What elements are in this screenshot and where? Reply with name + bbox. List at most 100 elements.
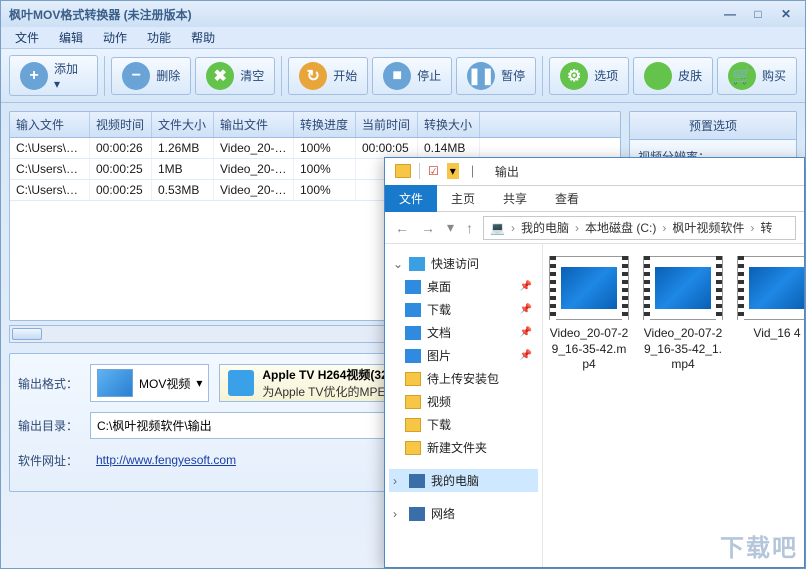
tab-file[interactable]: 文件 (385, 185, 437, 212)
nav-forward-icon[interactable]: → (419, 220, 437, 236)
explorer-filepane[interactable]: Video_20-07-29_16-35-42.mp4 Video_20-07-… (543, 244, 804, 567)
table-row[interactable]: C:\Users\pc\...00:00:261.26MBVideo_20-0.… (10, 138, 620, 159)
nav-down2[interactable]: 下载 (389, 413, 538, 436)
nav-pkg[interactable]: 待上传安装包 (389, 367, 538, 390)
cell: 0.53MB (152, 180, 214, 200)
crumb[interactable]: 枫叶视频软件 (672, 219, 744, 236)
nav-newfolder[interactable]: 新建文件夹 (389, 436, 538, 459)
cell: 0.14MB (418, 138, 480, 158)
explorer-addressbar: ← → ▾ ↑ 💻›我的电脑›本地磁盘 (C:)›枫叶视频软件›转 (385, 212, 804, 244)
toolbar-icon: ■ (383, 62, 411, 90)
chevron-down-icon: ▾ (196, 376, 202, 390)
file-name: Video_20-07-29_16-35-42_1.mp4 (643, 326, 723, 373)
col-header[interactable]: 输入文件 (10, 112, 90, 137)
crumb[interactable]: 转 (760, 219, 772, 236)
file-item[interactable]: Vid_16 4 (737, 256, 804, 555)
scrollbar-thumb[interactable] (12, 328, 42, 340)
toolbar-添加[interactable]: + 添加 ▾ (9, 55, 98, 96)
output-format-select[interactable]: MOV视频 ▾ (90, 364, 209, 402)
folder-icon (405, 372, 421, 386)
pin-icon: 📌 (520, 304, 532, 315)
close-button[interactable]: ✕ (775, 6, 797, 22)
toolbar-icon: + (20, 62, 48, 90)
toolbar-icon: ✖ (206, 62, 234, 90)
nav-up-icon[interactable]: ↑ (464, 220, 475, 236)
file-name: Vid_16 4 (737, 326, 804, 342)
minimize-button[interactable]: — (719, 6, 741, 22)
menu-edit[interactable]: 编辑 (51, 27, 91, 48)
col-header[interactable]: 转换大小 (418, 112, 480, 137)
file-name: Video_20-07-29_16-35-42.mp4 (549, 326, 629, 373)
qat-dropdown-icon[interactable]: ▾ (447, 163, 459, 179)
maximize-button[interactable]: □ (747, 6, 769, 22)
toolbar-停止[interactable]: ■ 停止 (372, 57, 452, 95)
menu-function[interactable]: 功能 (139, 27, 179, 48)
toolbar-删除[interactable]: − 删除 (111, 57, 191, 95)
nav-recent-icon[interactable]: ▾ (445, 219, 456, 236)
pin-icon: 📌 (520, 350, 532, 361)
star-icon (409, 257, 425, 271)
col-header[interactable]: 转换进度 (294, 112, 356, 137)
breadcrumb[interactable]: 💻›我的电脑›本地磁盘 (C:)›枫叶视频软件›转 (483, 216, 796, 240)
output-dir-label: 输出目录： (18, 417, 80, 434)
tab-share[interactable]: 共享 (489, 185, 541, 212)
nav-back-icon[interactable]: ← (393, 220, 411, 236)
format-icon (97, 369, 133, 397)
cell: 00:00:25 (90, 159, 152, 179)
toolbar-开始[interactable]: ↻ 开始 (288, 57, 368, 95)
menu-help[interactable]: 帮助 (183, 27, 223, 48)
picture-icon (405, 349, 421, 363)
toolbar-icon: − (122, 62, 150, 90)
toolbar-皮肤[interactable]: 皮肤 (633, 57, 713, 95)
site-link[interactable]: http://www.fengyesoft.com (96, 453, 236, 467)
pc-icon (409, 474, 425, 488)
crumb[interactable]: 本地磁盘 (C:) (585, 219, 656, 236)
window-title: 枫叶MOV格式转换器 (未注册版本) (9, 6, 192, 23)
video-thumb-icon (737, 256, 804, 320)
explorer-window[interactable]: ☑ ▾ ｜ 输出 文件 主页 共享 查看 ← → ▾ ↑ 💻›我的电脑›本地磁盘… (384, 157, 805, 568)
menu-file[interactable]: 文件 (7, 27, 47, 48)
site-label: 软件网址： (18, 452, 80, 469)
pin-icon: 📌 (520, 281, 532, 292)
network-icon (409, 507, 425, 521)
download-icon (405, 303, 421, 317)
explorer-navpane[interactable]: ⌄快速访问 桌面📌 下载📌 文档📌 图片📌 待上传安装包 视频 下载 新建文件夹… (385, 244, 543, 567)
tab-view[interactable]: 查看 (541, 185, 593, 212)
nav-desktop[interactable]: 桌面📌 (389, 275, 538, 298)
toolbar-暂停[interactable]: ❚❚ 暂停 (456, 57, 536, 95)
toolbar-icon (644, 62, 672, 90)
file-item[interactable]: Video_20-07-29_16-35-42_1.mp4 (643, 256, 723, 555)
folder-icon (395, 164, 411, 178)
cell: 00:00:26 (90, 138, 152, 158)
nav-network[interactable]: ›网络 (389, 502, 538, 525)
toolbar-选项[interactable]: ⚙ 选项 (549, 57, 629, 95)
grid-header: 输入文件视频时间文件大小输出文件转换进度当前时间转换大小 (10, 112, 620, 138)
tab-home[interactable]: 主页 (437, 185, 489, 212)
toolbar-icon: ⚙ (560, 62, 588, 90)
nav-documents[interactable]: 文档📌 (389, 321, 538, 344)
toolbar-清空[interactable]: ✖ 清空 (195, 57, 275, 95)
toolbar-购买[interactable]: 🛒 购买 (717, 57, 797, 95)
col-header[interactable]: 输出文件 (214, 112, 294, 137)
title-bar[interactable]: 枫叶MOV格式转换器 (未注册版本) — □ ✕ (1, 1, 805, 27)
nav-downloads[interactable]: 下载📌 (389, 298, 538, 321)
col-header[interactable]: 视频时间 (90, 112, 152, 137)
cell: 1MB (152, 159, 214, 179)
qat-check-icon[interactable]: ☑ (428, 164, 439, 178)
col-header[interactable]: 文件大小 (152, 112, 214, 137)
cell: 100% (294, 180, 356, 200)
menu-action[interactable]: 动作 (95, 27, 135, 48)
explorer-title: 输出 (487, 163, 527, 180)
file-item[interactable]: Video_20-07-29_16-35-42.mp4 (549, 256, 629, 555)
nav-video[interactable]: 视频 (389, 390, 538, 413)
nav-mypc[interactable]: ›我的电脑 (389, 469, 538, 492)
output-format-label: 输出格式： (18, 375, 80, 392)
cell: 00:00:25 (90, 180, 152, 200)
toolbar-icon: ❚❚ (467, 62, 495, 90)
crumb[interactable]: 我的电脑 (521, 219, 569, 236)
col-header[interactable]: 当前时间 (356, 112, 418, 137)
nav-pictures[interactable]: 图片📌 (389, 344, 538, 367)
nav-quick-access[interactable]: ⌄快速访问 (389, 252, 538, 275)
document-icon (405, 326, 421, 340)
toolbar-icon: ↻ (299, 62, 327, 90)
